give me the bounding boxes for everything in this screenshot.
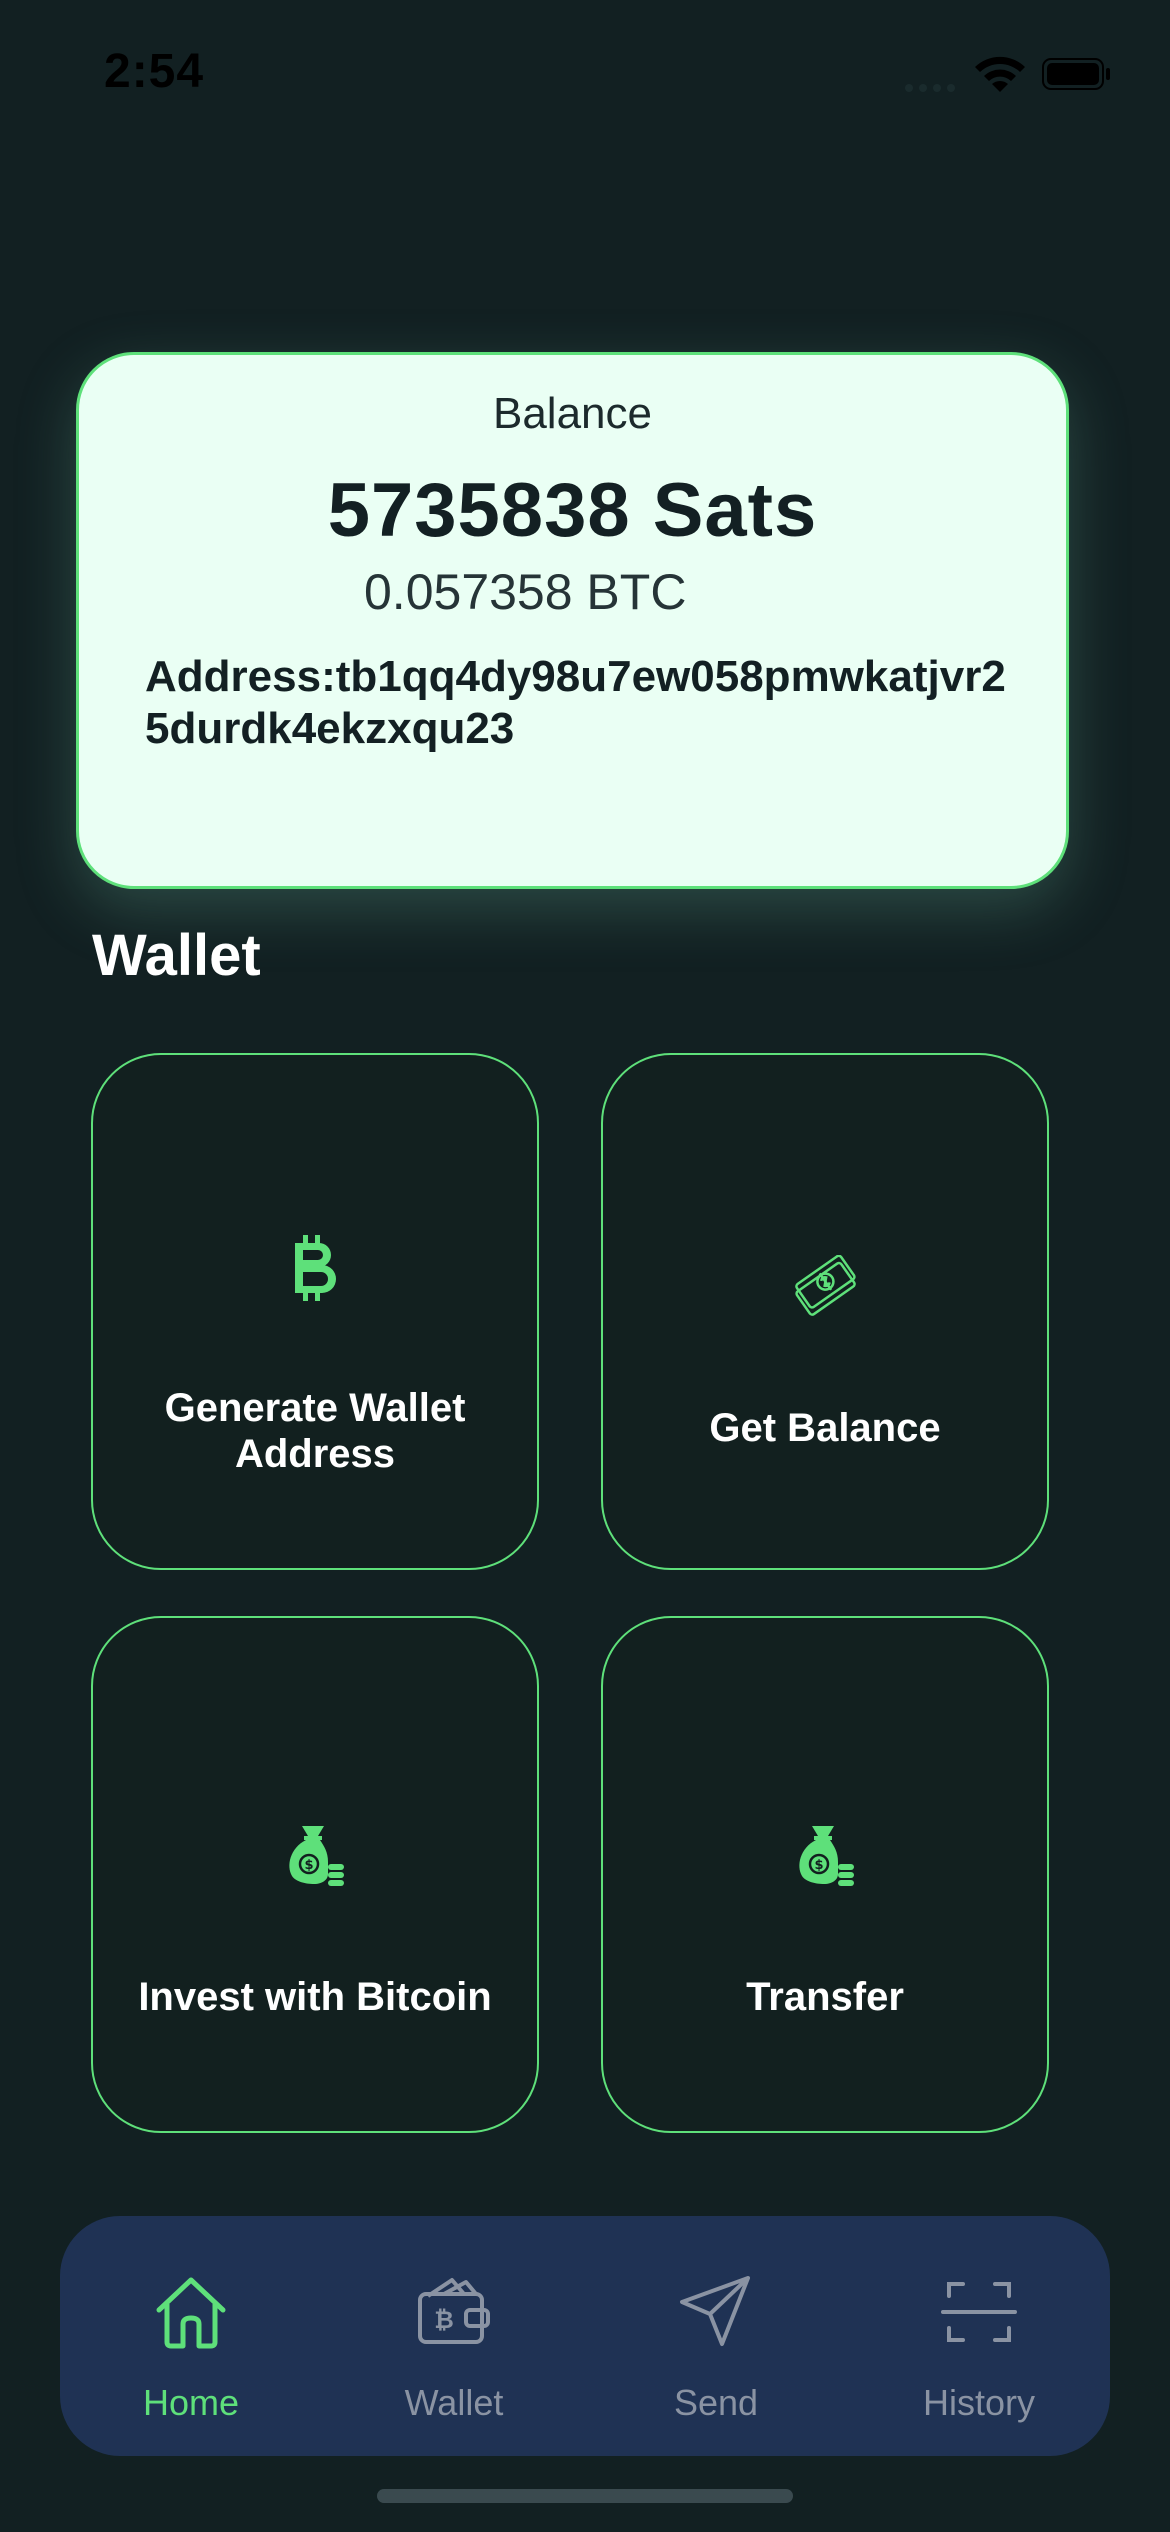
nav-item-home[interactable]: Home	[91, 2216, 291, 2456]
home-icon	[91, 2272, 291, 2352]
money-bag-icon: $	[603, 1822, 1047, 1886]
balance-sats-value: 5735838 Sats	[327, 468, 818, 553]
bottom-nav-bar: Home ₿ Wallet Send History	[60, 2216, 1110, 2456]
status-time: 2:54	[104, 45, 205, 98]
nav-item-wallet[interactable]: ₿ Wallet	[354, 2216, 554, 2456]
nav-item-send[interactable]: Send	[616, 2216, 816, 2456]
transfer-tile[interactable]: $ Transfer	[601, 1616, 1049, 2133]
nav-item-history[interactable]: History	[879, 2216, 1079, 2456]
money-bag-icon: $	[93, 1822, 537, 1886]
tile-label: Transfer	[746, 1975, 904, 2019]
tile-label: Invest with Bitcoin	[138, 1975, 492, 2019]
send-icon	[616, 2272, 816, 2352]
tile-label: Get Balance	[709, 1406, 941, 1450]
nav-label: Send	[673, 2382, 759, 2423]
scan-icon	[879, 2272, 1079, 2352]
balance-card: Balance 5735838 Sats 0.057358 BTC Addres…	[76, 352, 1069, 889]
nav-label: Home	[142, 2382, 240, 2423]
nav-label: History	[922, 2382, 1035, 2423]
bitcoin-icon	[93, 1235, 537, 1301]
wifi-icon	[975, 56, 1025, 92]
invest-with-bitcoin-tile[interactable]: $ Invest with Bitcoin	[91, 1616, 539, 2133]
tile-label: Generate Wallet Address	[164, 1386, 466, 1476]
wallet-icon: ₿	[354, 2272, 554, 2352]
nav-label: Wallet	[404, 2382, 504, 2423]
battery-icon	[1042, 58, 1110, 90]
home-indicator[interactable]	[377, 2489, 793, 2503]
svg-text:$: $	[304, 1858, 313, 1873]
balance-btc-value: 0.057358 BTC	[364, 564, 687, 620]
app-screen: 2:54 Balance 5735838 Sats 0.057358 BTC A…	[0, 0, 1170, 2532]
generate-wallet-address-tile[interactable]: Generate Wallet Address	[91, 1053, 539, 1570]
svg-text:₿: ₿	[434, 2306, 454, 2334]
svg-text:$: $	[814, 1858, 823, 1873]
balance-label: Balance	[492, 389, 652, 438]
section-title: Wallet	[92, 923, 261, 988]
get-balance-tile[interactable]: Get Balance	[601, 1053, 1049, 1570]
cellular-signal-icon	[905, 84, 955, 92]
money-bills-icon	[603, 1255, 1047, 1321]
wallet-address: Address:tb1qq4dy98u7ew058pmwkatjvr25durd…	[145, 652, 1006, 753]
